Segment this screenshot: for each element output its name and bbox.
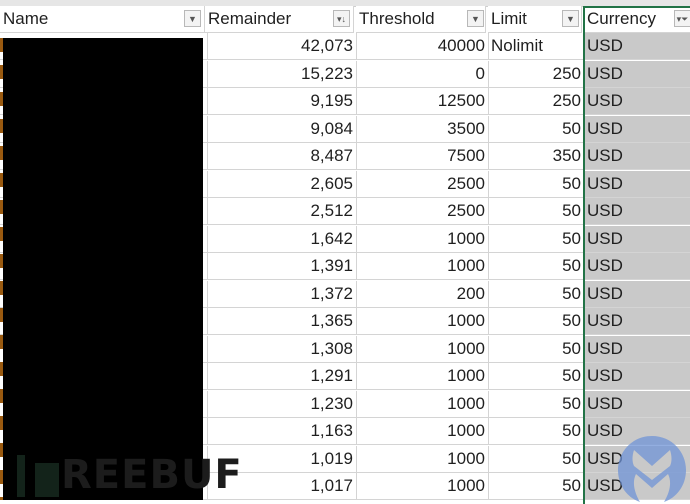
- selected-column-top-border: [583, 6, 690, 8]
- cell-threshold[interactable]: 1000: [356, 308, 489, 335]
- cell-limit[interactable]: 50: [488, 253, 585, 280]
- cell-threshold[interactable]: 1000: [356, 445, 489, 473]
- cell-threshold[interactable]: 1000: [356, 390, 489, 418]
- cell-limit[interactable]: 250: [488, 88, 585, 115]
- header-threshold-label: Threshold: [359, 9, 435, 28]
- cell-remainder[interactable]: 42,073: [205, 33, 357, 60]
- cell-remainder[interactable]: 9,084: [205, 115, 357, 143]
- cell-threshold[interactable]: 1000: [356, 253, 489, 280]
- header-remainder[interactable]: Remainder ▾↓: [205, 6, 354, 33]
- cell-currency[interactable]: USD: [584, 363, 690, 390]
- cell-currency[interactable]: USD: [584, 143, 690, 170]
- header-currency[interactable]: Currency ▾⏷: [584, 6, 690, 33]
- cell-currency[interactable]: USD: [584, 390, 690, 418]
- cell-currency[interactable]: USD: [584, 225, 690, 253]
- cell-remainder[interactable]: 1,163: [205, 418, 357, 445]
- header-remainder-label: Remainder: [208, 9, 292, 28]
- cell-remainder[interactable]: 1,230: [205, 390, 357, 418]
- cell-remainder[interactable]: 1,291: [205, 363, 357, 390]
- header-name-label: Name: [3, 9, 49, 28]
- cell-currency[interactable]: USD: [584, 170, 690, 198]
- cell-limit[interactable]: 50: [488, 418, 585, 445]
- cell-currency[interactable]: USD: [584, 280, 690, 308]
- cell-currency[interactable]: USD: [584, 88, 690, 115]
- cell-remainder[interactable]: 15,223: [205, 60, 357, 88]
- cell-threshold[interactable]: 2500: [356, 170, 489, 198]
- cell-threshold[interactable]: 7500: [356, 143, 489, 170]
- filter-funnel-icon[interactable]: ▾⏷: [674, 10, 690, 27]
- freebuf-watermark: REEBUF: [17, 455, 243, 497]
- cell-threshold[interactable]: 1000: [356, 418, 489, 445]
- cell-limit[interactable]: 50: [488, 335, 585, 363]
- cell-limit[interactable]: 50: [488, 225, 585, 253]
- sort-descending-icon[interactable]: ▾↓: [333, 10, 350, 27]
- cell-currency[interactable]: USD: [584, 335, 690, 363]
- selected-column-border: [583, 6, 585, 504]
- cell-threshold[interactable]: 2500: [356, 198, 489, 225]
- cell-threshold[interactable]: 1000: [356, 335, 489, 363]
- cell-remainder[interactable]: 1,308: [205, 335, 357, 363]
- cell-limit[interactable]: 50: [488, 170, 585, 198]
- dropdown-arrow-icon[interactable]: ▼: [184, 10, 201, 27]
- cell-currency[interactable]: USD: [584, 198, 690, 225]
- cell-limit[interactable]: 250: [488, 60, 585, 88]
- dropdown-arrow-icon[interactable]: ▼: [562, 10, 579, 27]
- dropdown-arrow-icon[interactable]: ▼: [467, 10, 484, 27]
- cell-limit[interactable]: 50: [488, 308, 585, 335]
- cell-currency[interactable]: USD: [584, 33, 690, 60]
- cell-threshold[interactable]: 12500: [356, 88, 489, 115]
- cell-threshold[interactable]: 1000: [356, 363, 489, 390]
- cell-threshold[interactable]: 40000: [356, 33, 489, 60]
- cell-remainder[interactable]: 9,195: [205, 88, 357, 115]
- cell-limit[interactable]: 50: [488, 445, 585, 473]
- cell-limit[interactable]: 50: [488, 473, 585, 500]
- header-name[interactable]: Name ▼: [0, 6, 205, 33]
- cell-threshold[interactable]: 1000: [356, 473, 489, 500]
- cell-currency[interactable]: USD: [584, 60, 690, 88]
- cell-limit[interactable]: 350: [488, 143, 585, 170]
- cell-remainder[interactable]: 8,487: [205, 143, 357, 170]
- cell-remainder[interactable]: 2,512: [205, 198, 357, 225]
- redacted-names-block: [3, 38, 203, 500]
- cell-threshold[interactable]: 200: [356, 280, 489, 308]
- cell-remainder[interactable]: 1,372: [205, 280, 357, 308]
- cell-remainder[interactable]: 1,365: [205, 308, 357, 335]
- header-currency-label: Currency: [587, 9, 656, 28]
- cell-limit[interactable]: 50: [488, 115, 585, 143]
- cell-currency[interactable]: USD: [584, 253, 690, 280]
- header-limit-label: Limit: [491, 9, 527, 28]
- header-threshold[interactable]: Threshold ▼: [356, 6, 486, 33]
- cell-threshold[interactable]: 0: [356, 60, 489, 88]
- cell-limit[interactable]: 50: [488, 198, 585, 225]
- cell-threshold[interactable]: 1000: [356, 225, 489, 253]
- cell-limit[interactable]: Nolimit: [488, 33, 585, 60]
- cell-currency[interactable]: USD: [584, 308, 690, 335]
- cell-remainder[interactable]: 1,642: [205, 225, 357, 253]
- cell-limit[interactable]: 50: [488, 280, 585, 308]
- cell-remainder[interactable]: 2,605: [205, 170, 357, 198]
- cell-limit[interactable]: 50: [488, 390, 585, 418]
- malwarebytes-logo-icon: [618, 436, 686, 502]
- header-row: Name ▼ Remainder ▾↓ Threshold ▼ Limit ▼ …: [0, 6, 690, 33]
- header-limit[interactable]: Limit ▼: [488, 6, 582, 33]
- cell-limit[interactable]: 50: [488, 363, 585, 390]
- cell-currency[interactable]: USD: [584, 115, 690, 143]
- cell-remainder[interactable]: 1,391: [205, 253, 357, 280]
- cell-threshold[interactable]: 3500: [356, 115, 489, 143]
